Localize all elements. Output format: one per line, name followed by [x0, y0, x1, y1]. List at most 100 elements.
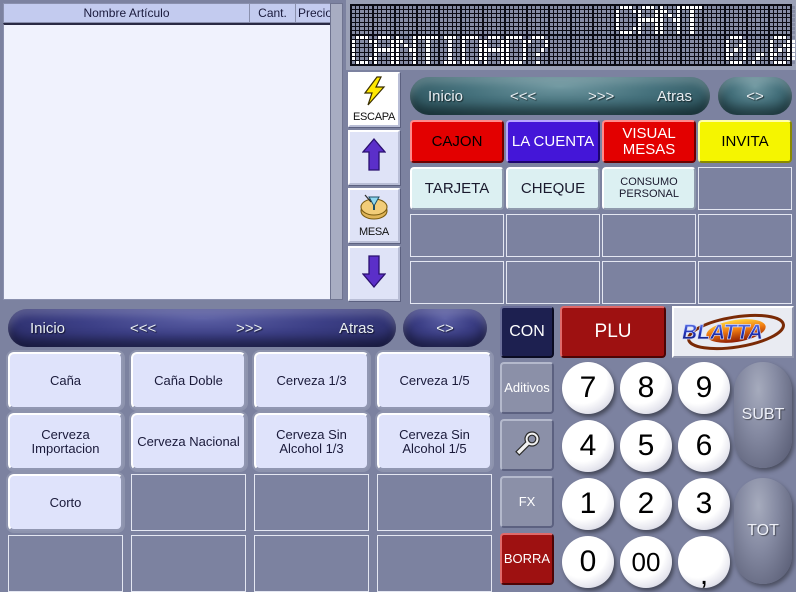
scroll-up-button[interactable]	[348, 130, 400, 185]
function-key-empty-7	[698, 167, 792, 210]
function-key-la-cuenta[interactable]: LA CUENTA	[506, 120, 600, 163]
function-key-empty-13	[506, 261, 600, 304]
product-key-empty-14	[254, 535, 369, 592]
receipt-header-row: Nombre Artículo Cant. Precio	[3, 3, 343, 23]
led-line-1	[352, 6, 796, 34]
product-key-empty-15	[377, 535, 492, 592]
product-key-cerveza-sin-alcohol-1-5[interactable]: Cerveza Sin Alcohol 1/5	[377, 413, 492, 470]
side-key-borra[interactable]: BORRA	[500, 533, 554, 585]
product-key-empty-13	[131, 535, 246, 592]
nav-top-atras[interactable]: Atras	[657, 88, 692, 105]
function-key-label: LA CUENTA	[511, 132, 595, 150]
side-key-fx[interactable]: FX	[500, 476, 554, 528]
product-key-corto[interactable]: Corto	[8, 474, 123, 531]
function-key-empty-8	[410, 214, 504, 257]
icon-button-column: ESCAPA MESA	[346, 70, 402, 303]
product-key-empty-12	[8, 535, 123, 592]
function-key-empty-15	[698, 261, 792, 304]
product-key-cerveza-importacion[interactable]: Cerveza Importacion	[8, 413, 123, 470]
keypad-label: 7	[579, 371, 597, 404]
function-key-label: VISUAL MESAS	[622, 124, 676, 158]
total-button[interactable]: TOT	[734, 478, 792, 584]
product-key-label: Caña	[49, 372, 82, 388]
escape-label: ESCAPA	[352, 111, 395, 123]
nav-top-prev[interactable]: <<<	[510, 88, 536, 105]
nav-bottom-atras[interactable]: Atras	[339, 320, 374, 337]
nav-top-inicio[interactable]: Inicio	[428, 88, 463, 105]
product-key-cerveza-1-3[interactable]: Cerveza 1/3	[254, 352, 369, 409]
nav-top-next[interactable]: >>>	[588, 88, 614, 105]
side-key-label: FX	[518, 494, 536, 510]
function-key-visual-mesas[interactable]: VISUAL MESAS	[602, 120, 696, 163]
function-key-label: TARJETA	[424, 179, 490, 197]
keypad-label: 1	[579, 487, 597, 520]
product-key-ca-a-doble[interactable]: Caña Doble	[131, 352, 246, 409]
scroll-down-button[interactable]	[348, 246, 400, 301]
keypad-eight[interactable]: 8	[620, 362, 672, 414]
product-key-label: Cerveza Sin Alcohol 1/3	[276, 426, 347, 456]
nav-bar-bottom[interactable]: Inicio <<< >>> Atras	[8, 309, 396, 347]
plu-button[interactable]: PLU	[560, 306, 666, 358]
svg-text:BLATTA: BLATTA	[682, 321, 763, 344]
nav-bottom-toggle[interactable]: <>	[403, 309, 487, 347]
product-key-empty-11	[377, 474, 492, 531]
blatta-logo-icon: BLATTA	[682, 313, 785, 351]
function-key-invita[interactable]: INVITA	[698, 120, 792, 163]
side-key-label: Aditivos	[504, 380, 550, 396]
subtotal-button[interactable]: SUBT	[734, 362, 792, 468]
keypad-decimal[interactable]: ,	[678, 536, 730, 591]
receipt-scrollbar[interactable]	[330, 3, 343, 300]
receipt-items-list[interactable]	[3, 23, 343, 300]
product-key-cerveza-1-5[interactable]: Cerveza 1/5	[377, 352, 492, 409]
function-key-empty-9	[506, 214, 600, 257]
nav-bottom-next[interactable]: >>>	[236, 320, 262, 337]
keypad-six[interactable]: 6	[678, 420, 730, 472]
lightning-bolt-icon	[361, 76, 387, 111]
keypad-one[interactable]: 1	[562, 478, 614, 530]
product-key-empty-9	[131, 474, 246, 531]
keypad-double-zero[interactable]: 00	[620, 536, 672, 588]
function-key-empty-11	[698, 214, 792, 257]
nav-top-toggle[interactable]: <>	[718, 77, 792, 115]
function-key-empty-10	[602, 214, 696, 257]
table-label: MESA	[359, 226, 389, 238]
function-key-empty-14	[602, 261, 696, 304]
nav-bottom-prev[interactable]: <<<	[130, 320, 156, 337]
side-key-aditivos[interactable]: Aditivos	[500, 362, 554, 414]
keypad-label: 0	[579, 545, 597, 578]
function-key-cheque[interactable]: CHEQUE	[506, 167, 600, 210]
total-label: TOT	[747, 522, 779, 539]
plu-label: PLU	[594, 321, 632, 343]
nav-bottom-inicio[interactable]: Inicio	[30, 320, 65, 337]
nav-bar-top[interactable]: Inicio <<< >>> Atras	[410, 77, 710, 115]
side-key-wrench[interactable]	[500, 419, 554, 471]
keypad-label: ,	[699, 558, 709, 591]
escape-button[interactable]: ESCAPA	[348, 72, 400, 127]
product-key-ca-a[interactable]: Caña	[8, 352, 123, 409]
keypad-label: 3	[695, 487, 713, 520]
keypad-label: 00	[631, 546, 661, 577]
con-button[interactable]: CON	[500, 306, 554, 358]
function-key-consumo-personal[interactable]: CONSUMO PERSONAL	[602, 167, 696, 210]
function-key-cajon[interactable]: CAJON	[410, 120, 504, 163]
column-header-name: Nombre Artículo	[4, 4, 250, 22]
product-key-cerveza-sin-alcohol-1-3[interactable]: Cerveza Sin Alcohol 1/3	[254, 413, 369, 470]
product-key-label: Cerveza Nacional	[137, 433, 240, 449]
function-key-tarjeta[interactable]: TARJETA	[410, 167, 504, 210]
table-button[interactable]: MESA	[348, 188, 400, 243]
keypad-zero[interactable]: 0	[562, 536, 614, 588]
product-key-label: Corto	[49, 494, 82, 510]
keypad-seven[interactable]: 7	[562, 362, 614, 414]
keypad-label: 8	[637, 371, 655, 404]
keypad-three[interactable]: 3	[678, 478, 730, 530]
side-key-label: BORRA	[503, 551, 551, 567]
keypad-nine[interactable]: 9	[678, 362, 730, 414]
wrench-icon	[512, 429, 542, 462]
keypad-five[interactable]: 5	[620, 420, 672, 472]
keypad-label: 6	[695, 429, 713, 462]
arrow-down-icon	[361, 253, 387, 294]
keypad-four[interactable]: 4	[562, 420, 614, 472]
function-key-label: CHEQUE	[520, 179, 586, 197]
product-key-cerveza-nacional[interactable]: Cerveza Nacional	[131, 413, 246, 470]
keypad-two[interactable]: 2	[620, 478, 672, 530]
